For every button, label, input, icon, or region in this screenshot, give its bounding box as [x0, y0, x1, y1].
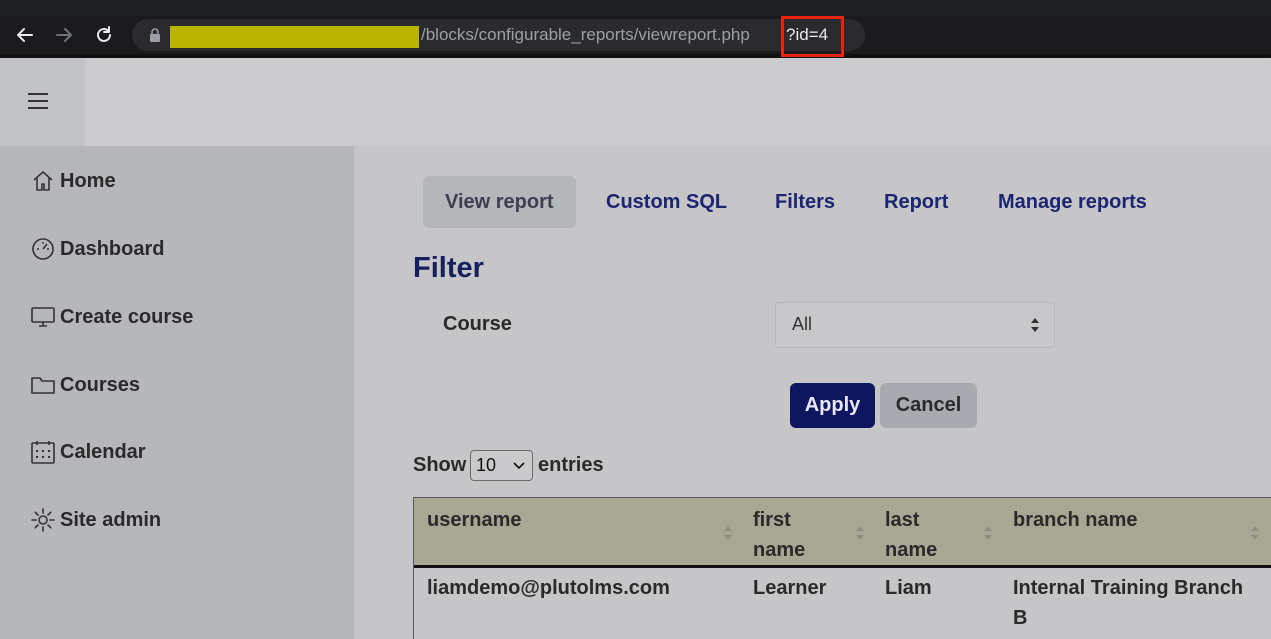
sidebar-item-site-admin[interactable]: Site admin [30, 505, 161, 535]
hamburger-menu-icon[interactable] [28, 93, 48, 109]
column-header-last-name[interactable]: last name [885, 505, 965, 565]
browser-top-strip [0, 0, 1271, 16]
sidebar-item-label: Create course [60, 305, 194, 328]
sidebar-item-home[interactable]: Home [30, 166, 116, 196]
gear-icon [31, 508, 55, 532]
tab-report[interactable]: Report [862, 176, 970, 228]
folder-icon [31, 377, 55, 394]
filter-heading: Filter [413, 252, 484, 284]
home-icon [33, 171, 53, 191]
sidebar-item-courses[interactable]: Courses [30, 370, 140, 400]
course-label: Course [443, 313, 512, 335]
cell-last-name: Liam [885, 577, 932, 599]
sort-icon[interactable] [1250, 524, 1260, 542]
cancel-button[interactable]: Cancel [880, 383, 977, 428]
entries-select-value: 10 [476, 455, 497, 475]
dashboard-icon [32, 238, 54, 260]
sort-icon[interactable] [855, 524, 865, 542]
cell-branch-name: Internal Training Branch B [1013, 577, 1244, 629]
sidebar-item-calendar[interactable]: Calendar [30, 437, 146, 467]
sort-icon[interactable] [723, 524, 733, 542]
column-header-username[interactable]: username [427, 505, 727, 535]
entries-select[interactable]: 10 [470, 450, 533, 481]
tab-view-report[interactable]: View report [423, 176, 576, 228]
apply-button[interactable]: Apply [790, 383, 875, 428]
page-header [0, 58, 1271, 146]
tab-custom-sql[interactable]: Custom SQL [584, 176, 749, 228]
course-select[interactable]: All [775, 302, 1055, 348]
cell-username: liamdemo@plutolms.com [427, 577, 670, 599]
url-path: /blocks/configurable_reports/viewreport.… [421, 25, 750, 44]
entries-label: entries [538, 454, 604, 476]
back-icon[interactable] [14, 24, 36, 46]
sort-arrows-icon [1031, 318, 1039, 332]
report-table: username first name last name branch nam… [413, 497, 1271, 639]
show-label: Show [413, 454, 467, 476]
sidebar-item-label: Courses [60, 373, 141, 396]
cell-first-name: Learner [753, 577, 827, 599]
sidebar-item-label: Site admin [60, 508, 162, 531]
sidebar-item-dashboard[interactable]: Dashboard [30, 234, 164, 264]
chevron-down-icon [513, 462, 525, 470]
sidebar-item-create-course[interactable]: Create course [30, 302, 193, 332]
url-redaction [170, 26, 419, 48]
sidebar-item-label: Calendar [60, 440, 146, 463]
monitor-icon [31, 307, 55, 327]
tab-filters[interactable]: Filters [753, 176, 857, 228]
reload-icon[interactable] [93, 24, 115, 46]
course-select-value: All [792, 314, 813, 334]
url-highlight-box [781, 16, 844, 57]
column-header-first-name[interactable]: first name [753, 505, 833, 565]
lock-icon [150, 28, 160, 42]
sidebar-item-label: Dashboard [60, 237, 165, 260]
column-header-branch-name[interactable]: branch name [1013, 505, 1243, 535]
sort-icon[interactable] [983, 524, 993, 542]
table-header: username first name last name branch nam… [414, 498, 1271, 568]
sidebar-item-label: Home [60, 169, 116, 192]
forward-icon[interactable] [53, 24, 75, 46]
calendar-icon [31, 441, 55, 464]
tab-manage-reports[interactable]: Manage reports [976, 176, 1169, 228]
